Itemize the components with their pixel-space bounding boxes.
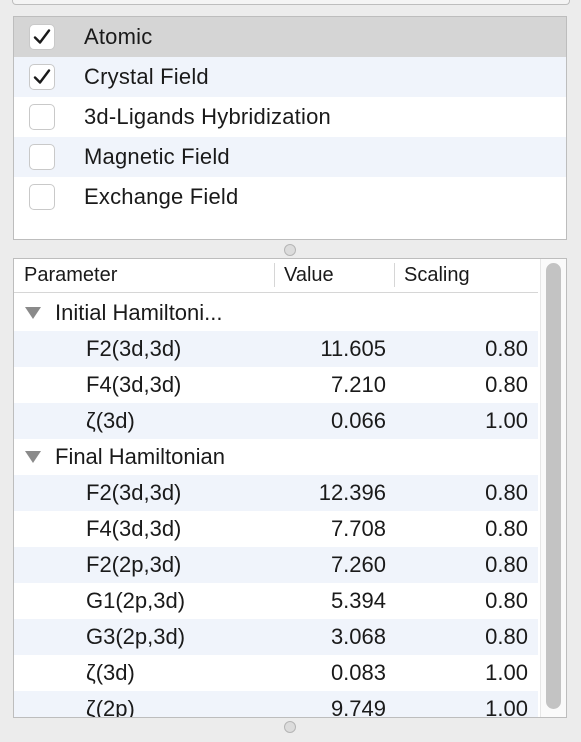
table-row[interactable]: F4(3d,3d) 7.210 0.80 — [14, 367, 538, 403]
term-label: Magnetic Field — [84, 144, 230, 169]
table-row[interactable]: ζ(3d) 0.083 1.00 — [14, 655, 538, 691]
term-label: Crystal Field — [84, 64, 209, 89]
group-label: Final Hamiltonian — [55, 444, 225, 469]
table-row[interactable]: F4(3d,3d) 7.708 0.80 — [14, 511, 538, 547]
parameter-value[interactable]: 11.605 — [320, 336, 386, 362]
parameter-scaling[interactable]: 0.80 — [485, 552, 528, 578]
term-row-atomic[interactable]: Atomic — [14, 17, 566, 57]
table-row[interactable]: F2(3d,3d) 12.396 0.80 — [14, 475, 538, 511]
hamiltonian-terms-list: Atomic Crystal Field 3d-Ligands Hybridiz… — [13, 16, 567, 240]
parameter-name: G1(2p,3d) — [86, 588, 186, 613]
term-label: Atomic — [84, 24, 153, 49]
parameter-name: F2(2p,3d) — [86, 552, 182, 577]
parameter-name: ζ(3d) — [86, 408, 135, 433]
table-row[interactable]: ζ(2p) 9.749 1.00 — [14, 691, 538, 718]
table-row[interactable]: G3(2p,3d) 3.068 0.80 — [14, 619, 538, 655]
top-panel-edge — [12, 0, 570, 5]
parameter-scaling[interactable]: 0.80 — [485, 372, 528, 398]
parameter-value[interactable]: 0.066 — [331, 408, 386, 434]
column-divider[interactable] — [394, 263, 395, 287]
term-row-magnetic-field[interactable]: Magnetic Field — [14, 137, 566, 177]
vertical-scrollbar[interactable] — [540, 259, 566, 717]
column-header-value[interactable]: Value — [284, 264, 334, 287]
parameter-scaling[interactable]: 0.80 — [485, 480, 528, 506]
parameter-value[interactable]: 0.083 — [331, 660, 386, 686]
column-divider[interactable] — [274, 263, 275, 287]
term-row-3d-ligands-hybridization[interactable]: 3d-Ligands Hybridization — [14, 97, 566, 137]
scrollbar-thumb[interactable] — [546, 263, 561, 709]
term-label: 3d-Ligands Hybridization — [84, 104, 331, 129]
table-body: Initial Hamiltoni... F2(3d,3d) 11.605 0.… — [14, 295, 538, 718]
parameter-value[interactable]: 7.260 — [331, 552, 386, 578]
disclosure-triangle-icon[interactable] — [25, 451, 41, 463]
term-row-exchange-field[interactable]: Exchange Field — [14, 177, 566, 217]
table-row[interactable]: F2(2p,3d) 7.260 0.80 — [14, 547, 538, 583]
parameter-value[interactable]: 9.749 — [331, 696, 386, 717]
crystal-field-checkbox[interactable] — [29, 64, 55, 90]
term-row-crystal-field[interactable]: Crystal Field — [14, 57, 566, 97]
atomic-checkbox[interactable] — [29, 24, 55, 50]
parameter-scaling[interactable]: 1.00 — [485, 696, 528, 717]
column-header-parameter[interactable]: Parameter — [24, 264, 117, 287]
parameter-name: G3(2p,3d) — [86, 624, 186, 649]
group-row-final-hamiltonian[interactable]: Final Hamiltonian — [14, 439, 538, 475]
parameter-scaling[interactable]: 0.80 — [485, 624, 528, 650]
parameter-value[interactable]: 12.396 — [319, 480, 386, 506]
group-label: Initial Hamiltoni... — [55, 300, 223, 325]
parameter-name: F2(3d,3d) — [86, 336, 182, 361]
splitter-handle[interactable] — [284, 721, 296, 733]
parameter-scaling[interactable]: 0.80 — [485, 336, 528, 362]
parameters-table: Parameter Value Scaling Initial Hamilton… — [13, 258, 567, 718]
parameter-name: ζ(3d) — [86, 660, 135, 685]
parameter-scaling[interactable]: 0.80 — [485, 516, 528, 542]
magnetic-field-checkbox[interactable] — [29, 144, 55, 170]
parameter-value[interactable]: 7.210 — [331, 372, 386, 398]
splitter-handle[interactable] — [284, 244, 296, 256]
3d-ligands-hybridization-checkbox[interactable] — [29, 104, 55, 130]
table-row[interactable]: ζ(3d) 0.066 1.00 — [14, 403, 538, 439]
parameter-name: F2(3d,3d) — [86, 480, 182, 505]
checkmark-icon — [33, 69, 51, 84]
parameter-value[interactable]: 3.068 — [331, 624, 386, 650]
checkmark-icon — [33, 29, 51, 44]
parameter-value[interactable]: 5.394 — [331, 588, 386, 614]
group-row-initial-hamiltonian[interactable]: Initial Hamiltoni... — [14, 295, 538, 331]
parameter-name: F4(3d,3d) — [86, 516, 182, 541]
parameter-scaling[interactable]: 1.00 — [485, 660, 528, 686]
table-row[interactable]: F2(3d,3d) 11.605 0.80 — [14, 331, 538, 367]
exchange-field-checkbox[interactable] — [29, 184, 55, 210]
parameter-value[interactable]: 7.708 — [331, 516, 386, 542]
term-label: Exchange Field — [84, 184, 239, 209]
parameter-scaling[interactable]: 1.00 — [485, 408, 528, 434]
parameter-name: ζ(2p) — [86, 696, 135, 718]
parameter-scaling[interactable]: 0.80 — [485, 588, 528, 614]
table-header: Parameter Value Scaling — [14, 259, 538, 293]
column-header-scaling[interactable]: Scaling — [404, 264, 470, 287]
parameter-name: F4(3d,3d) — [86, 372, 182, 397]
disclosure-triangle-icon[interactable] — [25, 307, 41, 319]
table-row[interactable]: G1(2p,3d) 5.394 0.80 — [14, 583, 538, 619]
